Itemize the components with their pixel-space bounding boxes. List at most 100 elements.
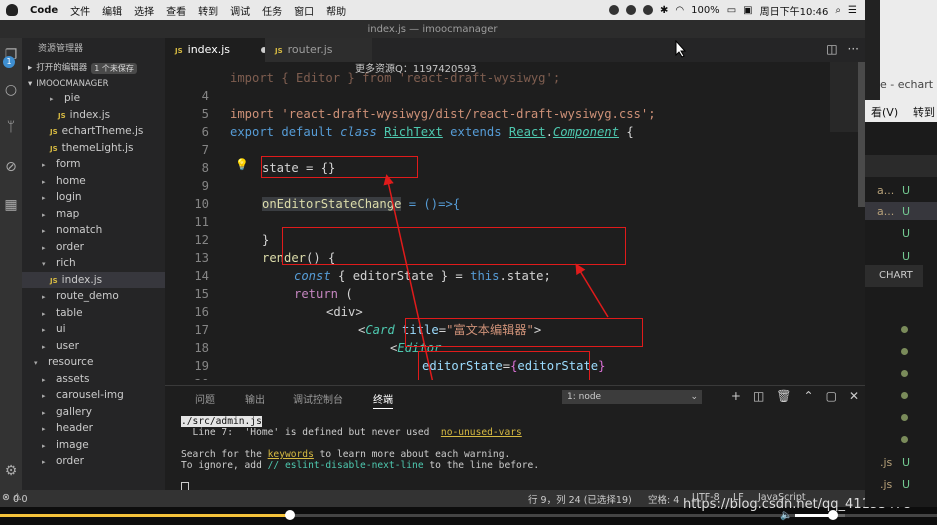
- tree-item[interactable]: ▸ map: [22, 206, 165, 222]
- terminal-select[interactable]: 1: node ⌄: [562, 390, 702, 404]
- panel-tab-terminal[interactable]: 终端: [373, 391, 393, 409]
- panel-tab-debug-console[interactable]: 调试控制台: [293, 391, 343, 406]
- tree-item[interactable]: JS echartTheme.js: [22, 123, 165, 139]
- progress-fill: [0, 514, 291, 517]
- maximize-panel-icon[interactable]: ▢: [826, 389, 837, 403]
- add-terminal-icon[interactable]: +: [731, 389, 741, 403]
- tree-item[interactable]: ▸ carousel-img: [22, 387, 165, 403]
- dot-icon: [901, 370, 908, 377]
- warnings-count: 0: [21, 494, 28, 505]
- background-menu-go[interactable]: 转到: [913, 104, 935, 120]
- lightbulb-icon[interactable]: 💡: [235, 158, 249, 171]
- split-terminal-icon[interactable]: ◫: [753, 389, 764, 403]
- tree-item[interactable]: ▸ login: [22, 189, 165, 205]
- tree-item[interactable]: ▸ home: [22, 173, 165, 189]
- tree-item[interactable]: ▸ order: [22, 453, 165, 469]
- tab-index-js[interactable]: JS index.js: [165, 38, 275, 62]
- terminal-link[interactable]: keywords: [268, 449, 314, 460]
- code-line: 5 export default class RichText extends …: [165, 87, 865, 139]
- battery-level[interactable]: 100%: [691, 5, 720, 16]
- chevron-up-icon[interactable]: ⌃: [804, 389, 814, 403]
- chevron-right-icon: ▸: [42, 227, 46, 235]
- menu-window[interactable]: 窗口: [288, 3, 320, 18]
- more-actions-icon[interactable]: ···: [848, 42, 859, 56]
- editor-scrollbar[interactable]: [858, 62, 865, 207]
- search-icon[interactable]: ○: [2, 81, 20, 99]
- tree-item[interactable]: ▸ user: [22, 338, 165, 354]
- status-icon[interactable]: [608, 5, 619, 15]
- dot-icon: [901, 436, 908, 443]
- tree-item[interactable]: ▸ nomatch: [22, 222, 165, 238]
- menu-help[interactable]: 帮助: [320, 3, 352, 18]
- background-menu-view[interactable]: 看(V): [871, 104, 898, 120]
- menu-file[interactable]: 文件: [64, 3, 96, 18]
- chevron-right-icon: ▸: [42, 326, 46, 334]
- menu-selection[interactable]: 选择: [128, 3, 160, 18]
- panel-tab-problems[interactable]: 问题: [195, 391, 215, 406]
- tree-item[interactable]: JS index.js: [22, 107, 165, 123]
- source-control-icon[interactable]: ᛘ: [2, 118, 20, 136]
- tree-item-label: route_demo: [56, 290, 119, 302]
- extensions-icon[interactable]: ▦: [2, 196, 20, 214]
- chevron-right-icon: ▸: [28, 63, 33, 73]
- menu-list-icon[interactable]: ☰: [848, 5, 857, 16]
- open-editors-section[interactable]: ▸ 打开的编辑器 1 个未保存: [22, 60, 165, 76]
- background-window: e - echart 看(V) 转到 a... U a... U U U CHA…: [865, 0, 937, 507]
- trash-icon[interactable]: 🗑: [776, 389, 791, 403]
- menu-go[interactable]: 转到: [192, 3, 224, 18]
- debug-icon[interactable]: ⊘: [2, 158, 20, 176]
- tree-item-label: gallery: [56, 405, 92, 418]
- tree-item[interactable]: ▸ form: [22, 156, 165, 172]
- menu-edit[interactable]: 编辑: [96, 3, 128, 18]
- tree-item[interactable]: ▸ header: [22, 420, 165, 436]
- tree-item[interactable]: ▸ route_demo: [22, 288, 165, 304]
- tree-item[interactable]: ▸ table: [22, 305, 165, 321]
- errors-indicator[interactable]: ⊗ 0 ⚠ 0: [2, 492, 28, 505]
- bluetooth-icon[interactable]: ✱: [660, 5, 668, 16]
- tree-item[interactable]: ▸ gallery: [22, 404, 165, 420]
- cursor-position[interactable]: 行 9，列 24 (已选择19): [528, 492, 632, 506]
- tree-item[interactable]: ▸ assets: [22, 371, 165, 387]
- status-icon[interactable]: [625, 5, 636, 15]
- tree-item[interactable]: ▸ ui: [22, 321, 165, 337]
- tree-item-label: themeLight.js: [61, 141, 134, 154]
- tree-item[interactable]: ▸ pie: [22, 90, 165, 106]
- clock[interactable]: 周日下午10:46: [760, 3, 829, 18]
- tab-router-js[interactable]: JS router.js: [265, 38, 372, 62]
- minimap[interactable]: [830, 62, 858, 132]
- tree-item[interactable]: ▸ image: [22, 437, 165, 453]
- close-icon[interactable]: ✕: [849, 389, 859, 403]
- terminal-output[interactable]: ./src/admin.js Line 7: 'Home' is defined…: [181, 416, 539, 493]
- menu-tasks[interactable]: 任务: [256, 3, 288, 18]
- menu-view[interactable]: 查看: [160, 3, 192, 18]
- background-tab[interactable]: CHART: [865, 265, 923, 287]
- search-icon[interactable]: ⌕: [835, 5, 841, 16]
- progress-knob[interactable]: [285, 510, 296, 520]
- input-method-icon[interactable]: ▣: [743, 5, 752, 16]
- indent-setting[interactable]: 空格: 4: [648, 492, 679, 506]
- background-status: U: [902, 205, 911, 218]
- window-title: index.js — imoocmanager: [367, 23, 498, 35]
- annotation-box: [418, 351, 590, 380]
- tree-item-label: nomatch: [56, 224, 103, 236]
- split-editor-icon[interactable]: ◫: [826, 42, 837, 56]
- background-status: U: [902, 227, 911, 240]
- tree-item-label: form: [56, 158, 81, 170]
- explorer-badge: 1: [3, 56, 15, 68]
- apple-icon[interactable]: [6, 4, 18, 16]
- terminal-text: to learn more about each warning.: [313, 449, 511, 460]
- menu-app-name[interactable]: Code: [24, 5, 64, 16]
- tree-item[interactable]: JS index.js: [22, 271, 165, 288]
- tree-item[interactable]: ▾ rich: [22, 255, 165, 271]
- terminal-link[interactable]: no-unused-vars: [441, 427, 522, 438]
- status-icon[interactable]: [642, 5, 653, 15]
- code-editor[interactable]: import { Editor } from 'react-draft-wysi…: [165, 62, 865, 380]
- battery-icon[interactable]: ▭: [727, 5, 736, 16]
- menu-debug[interactable]: 调试: [224, 3, 256, 18]
- panel-tab-output[interactable]: 输出: [245, 391, 265, 406]
- wifi-icon[interactable]: ◠: [675, 5, 684, 16]
- tree-item[interactable]: ▸ order: [22, 239, 165, 255]
- settings-gear-icon[interactable]: ⚙: [2, 462, 20, 480]
- tree-item[interactable]: JS themeLight.js: [22, 140, 165, 156]
- tree-item[interactable]: ▾ resource: [22, 354, 165, 370]
